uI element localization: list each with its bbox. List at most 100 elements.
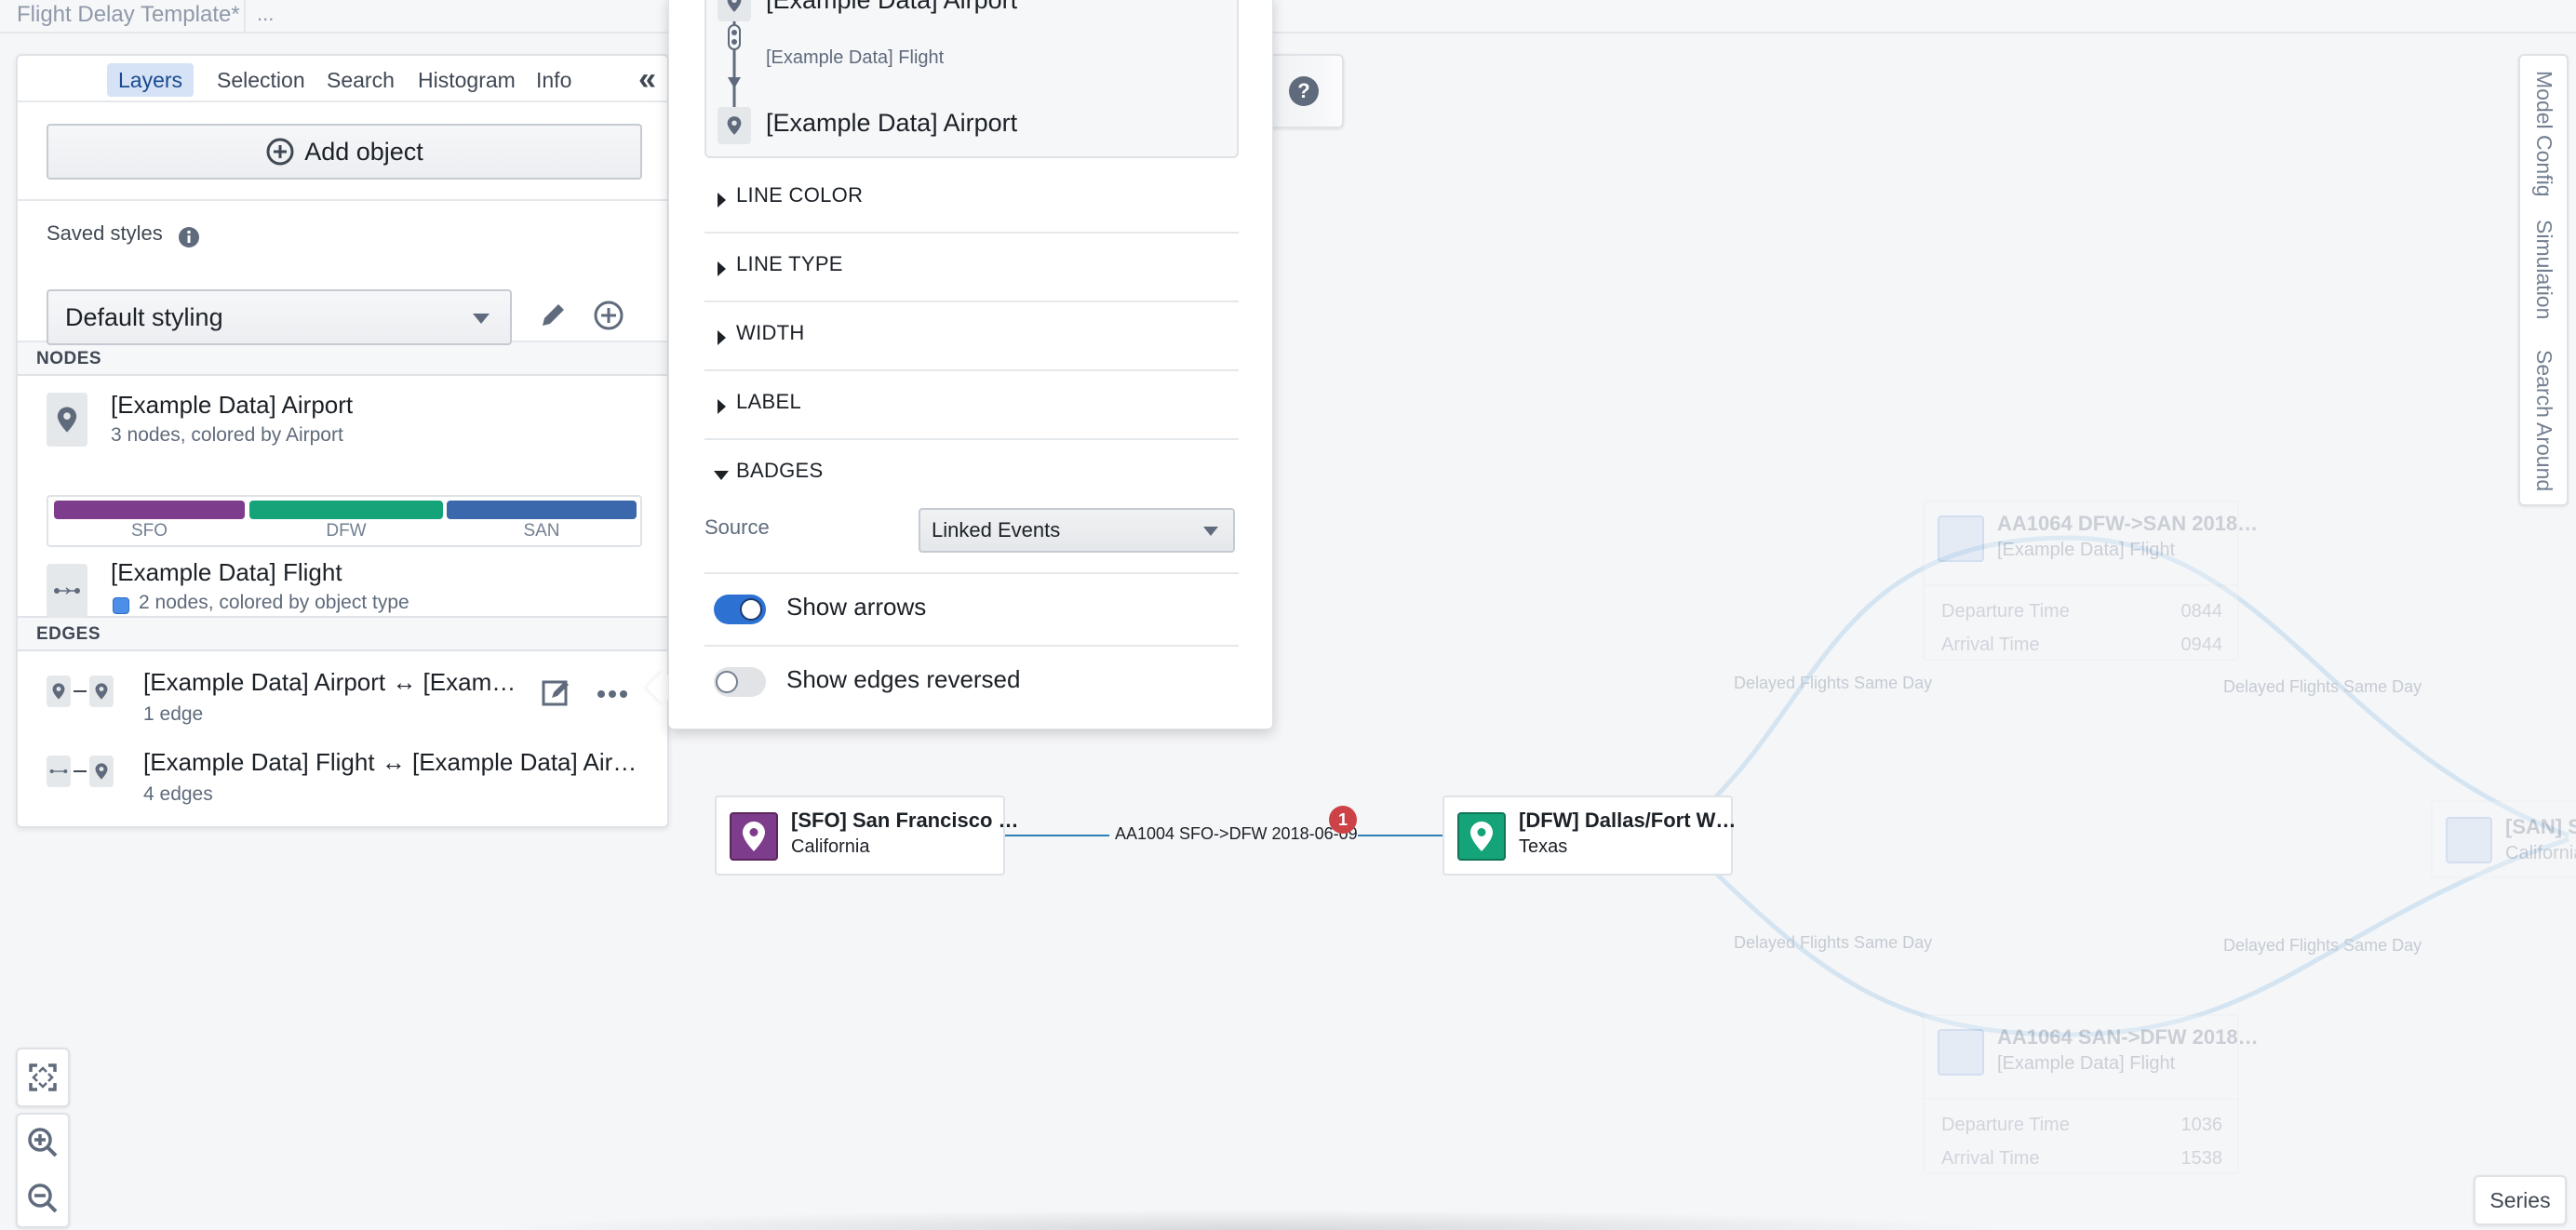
prop-name: Departure Time — [1941, 601, 2070, 622]
flight-node-dfw-san[interactable]: AA1064 DFW->SAN 2018… [Example Data] Fli… — [1923, 501, 2258, 661]
caret-right-icon — [718, 399, 726, 414]
toggle-knob — [740, 598, 762, 621]
tab-simulation[interactable]: Simulation — [2531, 220, 2556, 319]
fit-to-screen-button[interactable] — [18, 1050, 68, 1105]
caret-right-icon — [718, 193, 726, 207]
path-connector-icon — [728, 21, 741, 107]
edge-path-summary: [Example Data] Airport [Example Data] Fl… — [704, 0, 1239, 158]
edit-style-icon[interactable] — [541, 677, 570, 712]
show-edges-reversed-label: Show edges reversed — [786, 665, 1021, 693]
legend-bar-san[interactable] — [447, 501, 637, 519]
series-button[interactable]: Series — [2474, 1175, 2567, 1225]
flight-subtitle: [Example Data] Flight — [1997, 540, 2176, 560]
airport-node-san[interactable]: [SAN] San California — [2431, 800, 2576, 878]
path-target: [Example Data] Airport — [766, 109, 1018, 137]
edge-layer-title[interactable]: [Example Data] Airport ↔ [Exam… — [143, 668, 516, 697]
map-marker-icon — [718, 0, 751, 21]
zoom-controls — [16, 1113, 70, 1228]
flight-link-icon — [47, 755, 71, 787]
right-side-tabs: Model Config Simulation Search Around — [2518, 54, 2569, 506]
zoom-out-icon — [28, 1183, 58, 1213]
section-badges[interactable]: BADGES — [704, 440, 1239, 496]
divider — [704, 572, 1239, 574]
saved-styles-select[interactable]: Default styling — [47, 289, 512, 345]
faded-edge-label: Delayed Flights Same Day — [1734, 674, 1933, 692]
add-object-label: Add object — [304, 137, 423, 166]
bottom-drawer-shadow — [484, 1210, 2010, 1230]
badge-source-select[interactable]: Linked Events — [919, 508, 1235, 553]
tab-model-config[interactable]: Model Config — [2531, 71, 2556, 197]
section-width[interactable]: WIDTH — [704, 302, 1239, 371]
color-legend: SFO DFW SAN — [47, 495, 642, 547]
section-label[interactable]: LABEL — [704, 371, 1239, 440]
legend-bar-dfw[interactable] — [249, 501, 443, 519]
info-icon[interactable] — [178, 226, 200, 253]
edge-label[interactable]: AA1004 SFO->DFW 2018-06-09 — [1115, 824, 1358, 844]
tab-search[interactable]: Search — [315, 63, 406, 97]
add-style-icon[interactable] — [593, 300, 624, 336]
faded-edge-label: Delayed Flights Same Day — [1734, 933, 1933, 952]
help-button[interactable]: ? — [1266, 54, 1344, 128]
badge-source-label: Source — [704, 515, 770, 539]
show-arrows-label: Show arrows — [786, 593, 927, 621]
add-object-button[interactable]: Add object — [47, 124, 642, 180]
node-layer-title[interactable]: [Example Data] Flight — [111, 558, 342, 587]
nodes-header: NODES — [18, 342, 667, 376]
caret-down-icon — [1203, 527, 1218, 536]
zoom-out-button[interactable] — [18, 1170, 68, 1226]
flight-icon — [1938, 515, 1984, 562]
plus-circle-icon — [266, 138, 294, 166]
svg-text:?: ? — [1297, 79, 1309, 102]
faded-edge-label: Delayed Flights Same Day — [2223, 677, 2422, 696]
add-object-section: Add object — [18, 102, 667, 201]
show-arrows-toggle[interactable] — [714, 595, 766, 624]
flight-link-icon — [47, 564, 87, 618]
edge-style-popover: [Example Data] Airport [Example Data] Fl… — [668, 0, 1273, 729]
node-title: [DFW] Dallas/Fort W… — [1519, 809, 1737, 832]
node-layer-subtitle: 3 nodes, colored by Airport — [111, 424, 343, 446]
double-chevron-left-icon[interactable]: « — [638, 61, 656, 98]
node-layer-subtitle: 2 nodes, colored by object type — [139, 592, 409, 613]
color-swatch — [113, 597, 129, 614]
more-options-icon[interactable] — [597, 687, 628, 703]
legend-label: SAN — [523, 521, 560, 541]
legend-bar-sfo[interactable] — [54, 501, 245, 519]
section-line-type[interactable]: LINE TYPE — [704, 234, 1239, 302]
prop-value: 1538 — [2180, 1148, 2223, 1169]
zoom-in-button[interactable] — [18, 1115, 68, 1170]
flight-node-san-dfw[interactable]: AA1064 SAN->DFW 2018… [Example Data] Fli… — [1923, 1014, 2259, 1174]
node-layer-title[interactable]: [Example Data] Airport — [111, 391, 353, 420]
section-line-color[interactable]: LINE COLOR — [704, 165, 1239, 234]
prop-name: Arrival Time — [1941, 635, 2040, 655]
caret-down-icon — [714, 471, 729, 480]
tab-info[interactable]: Info — [525, 63, 583, 97]
prop-value: 0944 — [2180, 635, 2223, 655]
tab-layers[interactable]: Layers — [107, 63, 195, 97]
prop-name: Departure Time — [1941, 1115, 2070, 1135]
node-title: [SAN] San — [2505, 815, 2576, 838]
section-label: LINE COLOR — [736, 183, 864, 207]
map-marker-icon — [1457, 812, 1506, 861]
edge-layer-title[interactable]: [Example Data] Flight ↔ [Example Data] A… — [143, 748, 637, 777]
tab-selection[interactable]: Selection — [206, 63, 316, 97]
pencil-icon[interactable] — [539, 300, 569, 334]
edge-type-icons — [47, 675, 114, 707]
flight-subtitle: [Example Data] Flight — [1997, 1053, 2176, 1074]
prop-name: Arrival Time — [1941, 1148, 2040, 1169]
tab-search-around[interactable]: Search Around — [2531, 350, 2556, 491]
section-label: BADGES — [736, 459, 824, 482]
nodes-list: [Example Data] Airport 3 nodes, colored … — [18, 376, 667, 618]
airport-node-dfw[interactable]: [DFW] Dallas/Fort W… Texas — [1442, 795, 1737, 876]
path-source: [Example Data] Airport — [766, 0, 1018, 14]
section-label: WIDTH — [736, 321, 805, 344]
faded-edge-label: Delayed Flights Same Day — [2223, 936, 2422, 955]
show-edges-reversed-toggle[interactable] — [714, 667, 766, 697]
legend-label: SFO — [130, 521, 168, 541]
node-subtitle: Texas — [1519, 836, 1568, 857]
node-subtitle: California — [2505, 843, 2576, 863]
edge-badge[interactable]: 1 — [1329, 806, 1357, 834]
map-marker-icon — [89, 755, 114, 787]
tab-histogram[interactable]: Histogram — [407, 63, 527, 97]
flight-title: AA1064 SAN->DFW 2018… — [1997, 1025, 2259, 1049]
airport-node-sfo[interactable]: [SFO] San Francisco … California — [715, 795, 1019, 876]
